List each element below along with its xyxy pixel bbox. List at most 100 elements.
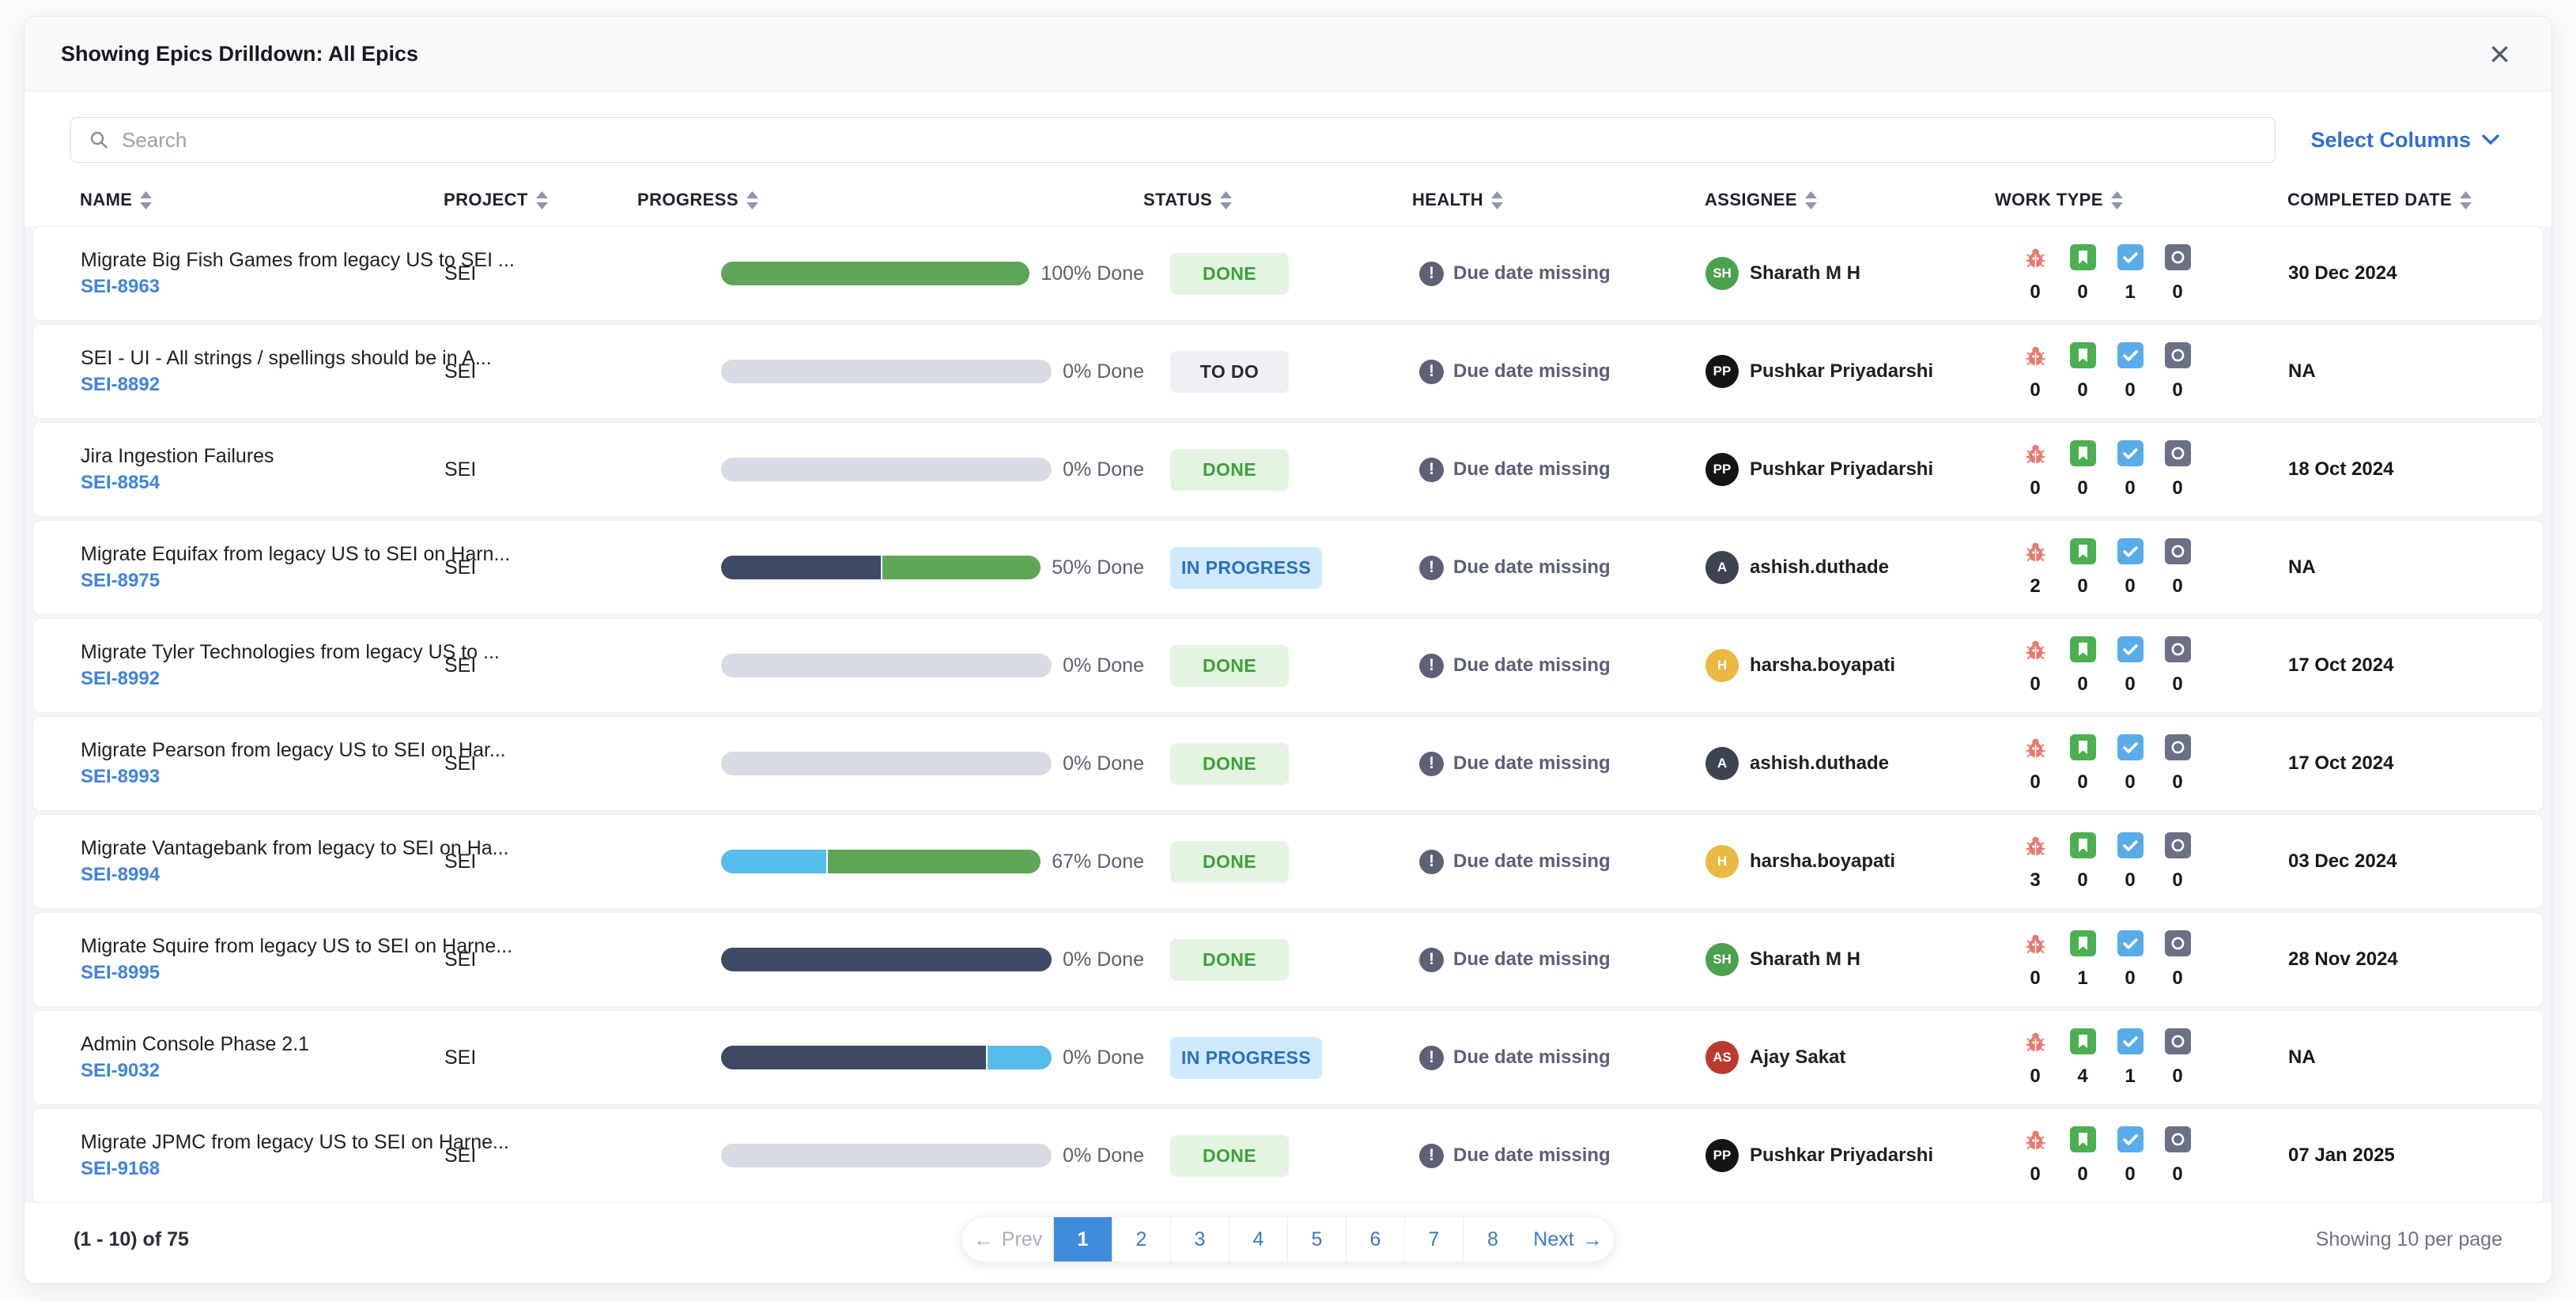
table-row[interactable]: Jira Ingestion Failures SEI-8854 SEI 0% … xyxy=(32,422,2544,517)
bug-icon xyxy=(2025,541,2045,562)
epic-id-link[interactable]: SEI-8993 xyxy=(81,764,444,790)
progress-cell: 50% Done xyxy=(638,556,1144,579)
story-icon xyxy=(2069,930,2096,956)
progress-cell: 0% Done xyxy=(638,948,1144,971)
sort-icon[interactable] xyxy=(140,190,153,209)
sort-icon[interactable] xyxy=(1490,190,1503,209)
sort-icon[interactable] xyxy=(2460,190,2472,209)
epic-name: Admin Console Phase 2.1 xyxy=(81,1033,310,1055)
table-row[interactable]: SEI - UI - All strings / spellings shoul… xyxy=(32,324,2544,419)
epic-id-link[interactable]: SEI-8975 xyxy=(81,568,444,594)
task-count: 1 xyxy=(2125,281,2136,303)
name-cell: Migrate Tyler Technologies from legacy U… xyxy=(81,639,500,692)
table-row[interactable]: Admin Console Phase 2.1 SEI-9032 SEI 0% … xyxy=(32,1010,2544,1105)
progress-label: 0% Done xyxy=(1063,752,1144,775)
column-header-health[interactable]: HEALTH xyxy=(1412,190,1705,210)
story-icon xyxy=(2069,439,2096,466)
sort-icon[interactable] xyxy=(1804,190,1817,209)
column-header-worktype[interactable]: WORK TYPE xyxy=(1995,190,2287,210)
sort-icon[interactable] xyxy=(535,190,548,209)
table-row[interactable]: Migrate Squire from legacy US to SEI on … xyxy=(32,912,2544,1007)
health-label: Due date missing xyxy=(1453,262,1611,284)
progress-label: 0% Done xyxy=(1063,948,1144,971)
sort-icon[interactable] xyxy=(746,190,758,209)
epic-count: 0 xyxy=(2172,967,2183,989)
page-button-1[interactable]: 1 xyxy=(1054,1217,1112,1261)
page-button-3[interactable]: 3 xyxy=(1171,1217,1229,1261)
worktype-cell: 0 1 0 0 xyxy=(1996,930,2288,990)
epic-id-link[interactable]: SEI-8854 xyxy=(81,469,444,496)
worktype-cell: 0 0 1 0 xyxy=(1996,243,2288,304)
sort-icon[interactable] xyxy=(1220,190,1233,209)
table-row[interactable]: Migrate JPMC from legacy US to SEI on Ha… xyxy=(32,1108,2544,1203)
page-button-7[interactable]: 7 xyxy=(1405,1217,1464,1261)
alert-icon: ! xyxy=(1419,751,1444,776)
page-button-5[interactable]: 5 xyxy=(1288,1217,1347,1261)
status-cell: TO DO xyxy=(1144,350,1413,393)
sort-icon[interactable] xyxy=(2110,190,2123,209)
health-cell: ! Due date missing xyxy=(1413,359,1705,384)
epic-name: SEI - UI - All strings / spellings shoul… xyxy=(81,347,492,369)
column-header-completed-date[interactable]: COMPLETED DATE xyxy=(2287,190,2520,210)
epic-id-link[interactable]: SEI-8992 xyxy=(81,666,444,692)
story-icon xyxy=(2069,832,2096,858)
epic-id-link[interactable]: SEI-8994 xyxy=(81,862,444,888)
progress-label: 100% Done xyxy=(1041,262,1144,285)
prev-page-button[interactable]: ← Prev xyxy=(962,1217,1054,1261)
column-header-progress[interactable]: PROGRESS xyxy=(637,190,1143,210)
page-button-4[interactable]: 4 xyxy=(1229,1217,1288,1261)
story-count: 4 xyxy=(2077,1065,2088,1087)
table-row[interactable]: Migrate Equifax from legacy US to SEI on… xyxy=(32,520,2544,615)
progress-label: 0% Done xyxy=(1063,654,1144,677)
assignee-name: Pushkar Priyadarshi xyxy=(1750,458,1934,480)
column-header-project[interactable]: PROJECT xyxy=(444,190,637,210)
avatar: H xyxy=(1705,845,1739,878)
name-cell: Jira Ingestion Failures SEI-8854 xyxy=(81,443,444,496)
task-icon xyxy=(2117,733,2144,760)
close-icon[interactable]: × xyxy=(2484,36,2515,72)
table-row[interactable]: Migrate Big Fish Games from legacy US to… xyxy=(32,226,2544,321)
epic-id-link[interactable]: SEI-8995 xyxy=(81,960,444,986)
assignee-cell: H harsha.boyapati xyxy=(1705,845,1996,878)
progress-cell: 0% Done xyxy=(638,360,1144,383)
table-row[interactable]: Migrate Vantagebank from legacy to SEI o… xyxy=(32,814,2544,909)
story-count: 1 xyxy=(2077,967,2088,989)
epic-id-link[interactable]: SEI-8963 xyxy=(81,273,444,300)
page-button-8[interactable]: 8 xyxy=(1464,1217,1522,1261)
bug-count: 0 xyxy=(2030,379,2041,401)
pager: ← Prev 12345678 Next → xyxy=(961,1216,1615,1262)
story-count: 0 xyxy=(2077,281,2088,303)
next-page-button[interactable]: Next → xyxy=(1522,1217,1614,1261)
column-header-name[interactable]: NAME xyxy=(80,190,444,210)
page-button-6[interactable]: 6 xyxy=(1347,1217,1405,1261)
epic-icon xyxy=(2164,537,2191,564)
epic-id-link[interactable]: SEI-9168 xyxy=(81,1156,444,1182)
epic-count: 0 xyxy=(2172,1163,2183,1185)
column-header-status[interactable]: STATUS xyxy=(1143,190,1412,210)
page-button-2[interactable]: 2 xyxy=(1112,1217,1171,1261)
select-columns-button[interactable]: Select Columns xyxy=(2310,128,2520,153)
progress-label: 50% Done xyxy=(1052,556,1144,579)
name-cell: Migrate Squire from legacy US to SEI on … xyxy=(81,933,512,986)
column-header-assignee[interactable]: ASSIGNEE xyxy=(1705,190,1995,210)
task-count: 0 xyxy=(2125,379,2136,401)
search-input[interactable] xyxy=(122,127,2258,153)
name-cell: Migrate Big Fish Games from legacy US to… xyxy=(81,247,515,300)
bug-icon xyxy=(2025,737,2045,758)
task-icon xyxy=(2117,439,2144,466)
task-icon xyxy=(2117,832,2144,858)
epic-name: Migrate Tyler Technologies from legacy U… xyxy=(81,641,500,663)
epic-icon xyxy=(2164,930,2191,956)
alert-icon: ! xyxy=(1419,555,1444,580)
epic-id-link[interactable]: SEI-8892 xyxy=(81,371,444,398)
table-row[interactable]: Migrate Pearson from legacy US to SEI on… xyxy=(32,716,2544,811)
pagination-range: (1 - 10) of 75 xyxy=(74,1227,189,1250)
epic-id-link[interactable]: SEI-9032 xyxy=(81,1058,444,1084)
health-label: Due date missing xyxy=(1453,1145,1611,1166)
project-cell: SEI xyxy=(444,654,477,677)
story-icon xyxy=(2069,243,2096,270)
avatar: SH xyxy=(1705,943,1739,976)
table-row[interactable]: Migrate Tyler Technologies from legacy U… xyxy=(32,618,2544,713)
search-box[interactable] xyxy=(70,117,2276,163)
status-cell: DONE xyxy=(1144,840,1413,883)
